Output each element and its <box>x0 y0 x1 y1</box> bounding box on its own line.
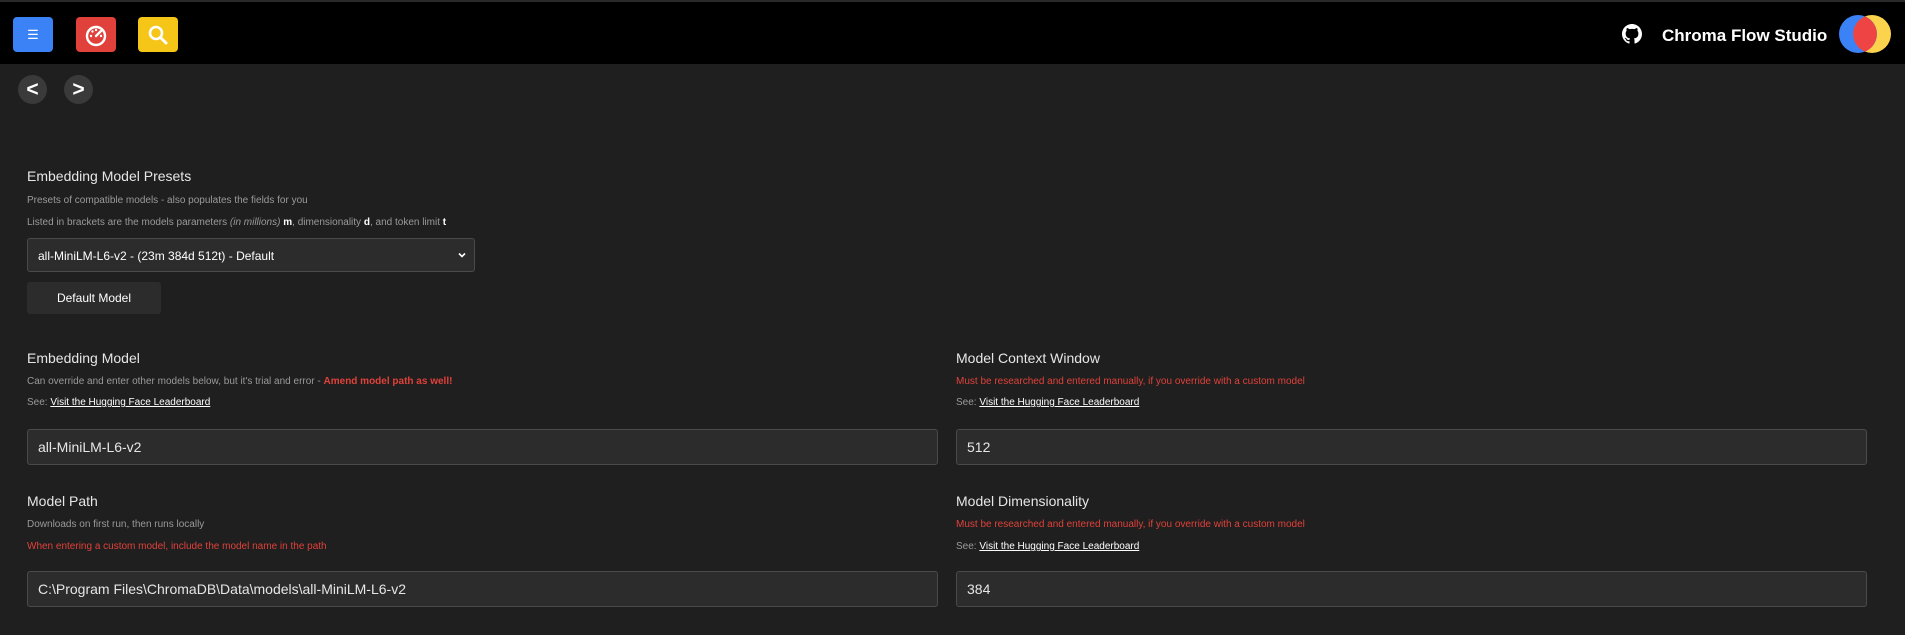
embedding-model-see: See: Visit the Hugging Face Leaderboard <box>27 397 211 408</box>
chevron-down-icon <box>458 252 466 258</box>
model-path-input[interactable] <box>27 571 938 607</box>
top-bar: ☰ Chroma Flow Studio <box>0 0 1905 64</box>
app-title: Chroma Flow Studio <box>1662 26 1828 45</box>
dimensionality-input[interactable] <box>956 571 1867 607</box>
dimensionality-see: See: Visit the Hugging Face Leaderboard <box>956 541 1140 552</box>
dashboard-button[interactable] <box>76 17 116 52</box>
embedding-model-title: Embedding Model <box>27 350 140 366</box>
dimensionality-help: Must be researched and entered manually,… <box>956 519 1305 530</box>
preset-select-value: all-MiniLM-L6-v2 - (23m 384d 512t) - Def… <box>38 249 275 263</box>
model-path-title: Model Path <box>27 493 98 509</box>
context-window-help: Must be researched and entered manually,… <box>956 376 1305 387</box>
context-window-title: Model Context Window <box>956 350 1100 366</box>
leaderboard-link[interactable]: Visit the Hugging Face Leaderboard <box>50 397 210 408</box>
dimensionality-title: Model Dimensionality <box>956 493 1090 509</box>
forward-button[interactable]: > <box>64 75 93 104</box>
search-button[interactable] <box>138 17 178 52</box>
model-path-warning: When entering a custom model, include th… <box>27 541 327 552</box>
menu-icon: ☰ <box>27 26 39 42</box>
amend-path-warning: Amend model path as well! <box>323 376 453 387</box>
embedding-model-help: Can override and enter other models belo… <box>27 376 453 387</box>
github-icon[interactable] <box>1622 24 1642 44</box>
back-button[interactable]: < <box>18 75 47 104</box>
presets-help: Presets of compatible models - also popu… <box>27 195 308 206</box>
leaderboard-link[interactable]: Visit the Hugging Face Leaderboard <box>979 397 1139 408</box>
search-icon <box>148 25 168 44</box>
chroma-logo <box>1839 15 1891 53</box>
presets-legend: Listed in brackets are the models parame… <box>27 217 447 228</box>
dashboard-gauge-icon <box>85 25 107 46</box>
embedding-model-input[interactable] <box>27 429 938 465</box>
model-path-help: Downloads on first run, then runs locall… <box>27 519 205 530</box>
preset-select[interactable]: all-MiniLM-L6-v2 - (23m 384d 512t) - Def… <box>27 238 475 272</box>
context-window-see: See: Visit the Hugging Face Leaderboard <box>956 397 1140 408</box>
context-window-input[interactable] <box>956 429 1867 465</box>
menu-button[interactable]: ☰ <box>13 17 53 52</box>
presets-title: Embedding Model Presets <box>27 168 192 184</box>
leaderboard-link[interactable]: Visit the Hugging Face Leaderboard <box>979 541 1139 552</box>
default-model-button[interactable]: Default Model <box>27 282 161 314</box>
